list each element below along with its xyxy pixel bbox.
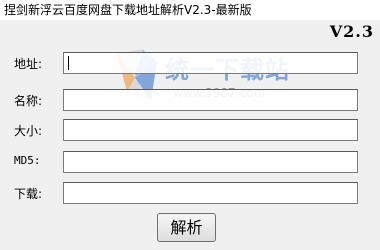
window-title: 捏剑新浮云百度网盘下载地址解析V2.3-最新版	[0, 0, 380, 20]
address-label: 地址:	[14, 57, 43, 71]
download-row: 下载:	[0, 182, 380, 204]
name-row: 名称:	[0, 89, 380, 111]
size-row: 大小:	[0, 119, 380, 141]
name-label: 名称:	[14, 94, 43, 108]
text-caret	[68, 56, 69, 70]
address-input[interactable]	[63, 52, 358, 74]
md5-row: MD5:	[0, 151, 380, 173]
parse-button[interactable]: 解析	[157, 213, 216, 242]
version-label: V2.3	[329, 22, 374, 41]
name-input[interactable]	[63, 89, 358, 111]
download-label: 下载:	[14, 187, 43, 201]
size-label: 大小:	[14, 124, 43, 138]
download-input[interactable]	[63, 182, 358, 204]
md5-input[interactable]	[63, 151, 358, 173]
md5-label: MD5:	[14, 154, 41, 167]
address-row: 地址:	[0, 52, 380, 74]
size-input[interactable]	[63, 119, 358, 141]
